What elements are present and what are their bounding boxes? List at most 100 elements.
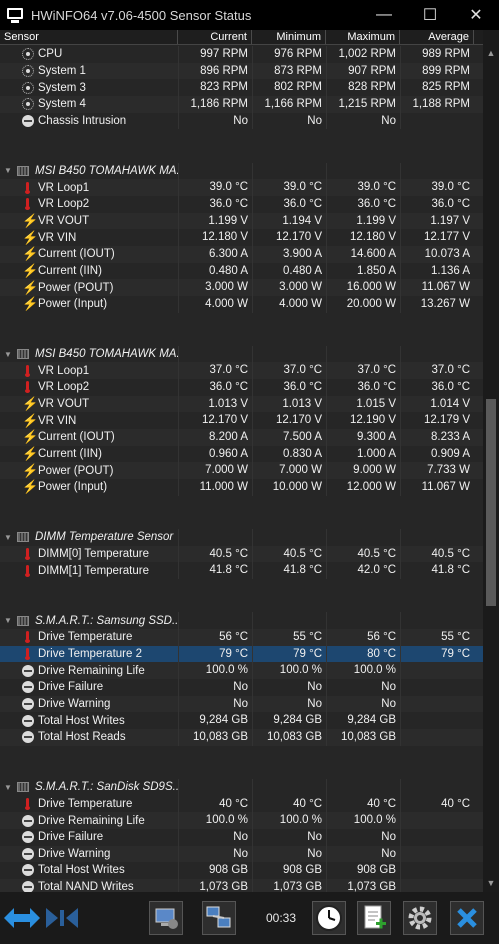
sensor-name-cell: VR Loop2	[0, 196, 178, 213]
maximum-value: 1,002 RPM	[326, 46, 400, 63]
sensor-row[interactable]: DIMM[0] Temperature 40.5 °C 40.5 °C 40.5 °C…	[0, 545, 483, 563]
close-sensors-button[interactable]	[450, 901, 484, 935]
collapse-arrows-icon[interactable]	[44, 905, 80, 931]
minimum-value: 1.194 V	[252, 212, 326, 230]
sensor-label: VR Loop1	[38, 181, 90, 194]
average-value: 40 °C	[400, 795, 474, 813]
sensor-row[interactable]: ⚡ VR VIN 12.180 V 12.170 V 12.180 V 12.177 V	[0, 229, 483, 246]
row-spacer	[0, 745, 483, 763]
sensor-row[interactable]: Chassis Intrusion No No No	[0, 112, 483, 130]
sensor-row[interactable]: ⚡ Current (IOUT) 6.300 A 3.900 A 14.600 A 10.…	[0, 245, 483, 263]
sensor-row[interactable]: VR Loop1 37.0 °C 37.0 °C 37.0 °C 37.0 °C	[0, 362, 483, 380]
sensor-row[interactable]: ⚡ Power (POUT) 7.000 W 7.000 W 9.000 W 7.733 …	[0, 462, 483, 480]
current-value: 1.013 V	[178, 395, 252, 413]
sensor-row[interactable]: Drive Temperature 56 °C 55 °C 56 °C 55 °C	[0, 628, 483, 646]
sensor-group-header[interactable]: ▼ S.M.A.R.T.: Samsung SSD...	[0, 612, 483, 629]
sensor-row[interactable]: ⚡ VR VOUT 1.013 V 1.013 V 1.015 V 1.014 V	[0, 395, 483, 413]
sensor-row[interactable]: ⚡ VR VIN 12.170 V 12.170 V 12.190 V 12.179 V	[0, 412, 483, 430]
sensor-row[interactable]: ⚡ Current (IIN) 0.480 A 0.480 A 1.850 A 1.136…	[0, 262, 483, 280]
voltage-icon: ⚡	[22, 462, 39, 478]
sensor-row[interactable]: Drive Temperature 40 °C 40 °C 40 °C 40 °C	[0, 795, 483, 813]
network-button[interactable]	[202, 901, 236, 935]
sensor-row[interactable]: CPU 997 RPM 976 RPM 1,002 RPM 989 RPM	[0, 46, 483, 63]
sensor-label: Drive Warning	[38, 847, 111, 860]
scroll-up-icon[interactable]: ▲	[483, 46, 499, 60]
sensor-row[interactable]: System 4 1,186 RPM 1,166 RPM 1,215 RPM 1,188…	[0, 95, 483, 113]
sensor-row[interactable]: Total Host Writes 908 GB 908 GB 908 GB	[0, 862, 483, 879]
timer-button[interactable]	[312, 901, 346, 935]
sensor-label: VR VOUT	[38, 398, 90, 411]
column-average[interactable]: Average	[400, 30, 474, 44]
settings-icon	[408, 906, 432, 930]
sensor-name-cell: VR Loop1	[0, 362, 178, 379]
sensor-row[interactable]: ⚡ Current (IOUT) 8.200 A 7.500 A 9.300 A 8.23…	[0, 429, 483, 446]
layout-button[interactable]	[149, 901, 183, 935]
empty-cell	[178, 162, 252, 180]
bottom-toolbar: 00:33	[0, 892, 499, 944]
close-window-button[interactable]: ✕	[453, 0, 499, 30]
maximize-button[interactable]: ☐	[407, 0, 453, 30]
sensor-name-cell: ⚡ Current (IOUT)	[0, 246, 178, 263]
sensor-row[interactable]: VR Loop2 36.0 °C 36.0 °C 36.0 °C 36.0 °C	[0, 379, 483, 396]
sensor-row[interactable]: Drive Failure No No No	[0, 678, 483, 696]
column-sensor[interactable]: Sensor	[0, 30, 178, 44]
status-icon	[22, 864, 34, 877]
maximum-value: 20.000 W	[326, 295, 400, 313]
chevron-down-icon[interactable]: ▼	[4, 783, 14, 792]
sensor-name-cell: Chassis Intrusion	[0, 113, 178, 130]
maximum-value: 80 °C	[326, 645, 400, 663]
minimize-button[interactable]: —	[361, 0, 407, 30]
sensor-row[interactable]: Drive Warning No No No	[0, 695, 483, 713]
column-minimum[interactable]: Minimum	[252, 30, 326, 44]
sensor-row[interactable]: ⚡ Power (Input) 4.000 W 4.000 W 20.000 W 13.2…	[0, 295, 483, 313]
chevron-down-icon[interactable]: ▼	[4, 166, 14, 175]
sensor-row[interactable]: Total Host Writes 9,284 GB 9,284 GB 9,284 G…	[0, 712, 483, 729]
sensor-row[interactable]: Total NAND Writes 1,073 GB 1,073 GB 1,073 G…	[0, 878, 483, 892]
vertical-scrollbar[interactable]: ▲ ▼	[483, 30, 499, 892]
sensor-name-cell: Drive Temperature	[0, 629, 178, 646]
sensor-row[interactable]: System 3 823 RPM 802 RPM 828 RPM 825 RPM	[0, 79, 483, 96]
sensor-row[interactable]: ⚡ Current (IIN) 0.960 A 0.830 A 1.000 A 0.909…	[0, 445, 483, 463]
sensor-row[interactable]: Drive Temperature 2 79 °C 79 °C 80 °C 79 °C	[0, 645, 483, 663]
sensor-name-cell: ⚡ VR VIN	[0, 229, 178, 246]
sensor-name-cell: VR Loop1	[0, 179, 178, 196]
column-current[interactable]: Current	[178, 30, 252, 44]
sensor-row[interactable]: ⚡ Power (Input) 11.000 W 10.000 W 12.000 W 11…	[0, 479, 483, 496]
sensor-row[interactable]: Drive Failure No No No	[0, 828, 483, 846]
thermometer-icon	[22, 181, 34, 194]
sensor-row[interactable]: System 1 896 RPM 873 RPM 907 RPM 899 RPM	[0, 62, 483, 80]
sensor-group-header[interactable]: ▼ MSI B450 TOMAHAWK MA...	[0, 162, 483, 180]
chevron-down-icon[interactable]: ▼	[4, 616, 14, 625]
scrollbar-thumb[interactable]	[486, 399, 496, 606]
expand-collapse-icon[interactable]	[4, 905, 40, 931]
sensor-group-header[interactable]: ▼ DIMM Temperature Sensor	[0, 529, 483, 546]
average-value: 39.0 °C	[400, 179, 474, 196]
column-maximum[interactable]: Maximum	[326, 30, 400, 44]
sensor-row[interactable]: DIMM[1] Temperature 41.8 °C 41.8 °C 42.0 °C…	[0, 562, 483, 579]
sensor-row[interactable]: VR Loop2 36.0 °C 36.0 °C 36.0 °C 36.0 °C	[0, 195, 483, 213]
chevron-down-icon[interactable]: ▼	[4, 350, 14, 359]
sensor-row[interactable]: ⚡ VR VOUT 1.199 V 1.194 V 1.199 V 1.197 V	[0, 212, 483, 230]
sensor-row[interactable]: Total Host Reads 10,083 GB 10,083 GB 10,083…	[0, 728, 483, 746]
average-value: 12.177 V	[400, 229, 474, 246]
settings-button[interactable]	[403, 901, 437, 935]
sensor-row[interactable]: Drive Remaining Life 100.0 % 100.0 % 100.0 …	[0, 662, 483, 679]
voltage-icon: ⚡	[22, 396, 39, 412]
chevron-down-icon[interactable]: ▼	[4, 533, 14, 542]
row-spacer	[0, 762, 483, 779]
sensor-group-header[interactable]: ▼ S.M.A.R.T.: SanDisk SD9S...	[0, 778, 483, 796]
sensor-list[interactable]: CPU 997 RPM 976 RPM 1,002 RPM 989 RPM System …	[0, 46, 483, 892]
minimum-value: 873 RPM	[252, 62, 326, 80]
sensor-name-cell: ⚡ VR VOUT	[0, 396, 178, 413]
sensor-row[interactable]: Drive Remaining Life 100.0 % 100.0 % 100.0 …	[0, 812, 483, 829]
maximum-value: 39.0 °C	[326, 179, 400, 196]
scroll-down-icon[interactable]: ▼	[483, 876, 499, 890]
logging-button[interactable]	[357, 901, 391, 935]
sensor-row[interactable]: ⚡ Power (POUT) 3.000 W 3.000 W 16.000 W 11.06…	[0, 279, 483, 296]
sensor-name-cell: Total Host Writes	[0, 862, 178, 879]
chip-icon	[17, 532, 29, 543]
sensor-row[interactable]: VR Loop1 39.0 °C 39.0 °C 39.0 °C 39.0 °C	[0, 179, 483, 196]
sensor-row[interactable]: Drive Warning No No No	[0, 845, 483, 863]
current-value: No	[178, 828, 252, 846]
sensor-group-header[interactable]: ▼ MSI B450 TOMAHAWK MA...	[0, 345, 483, 363]
